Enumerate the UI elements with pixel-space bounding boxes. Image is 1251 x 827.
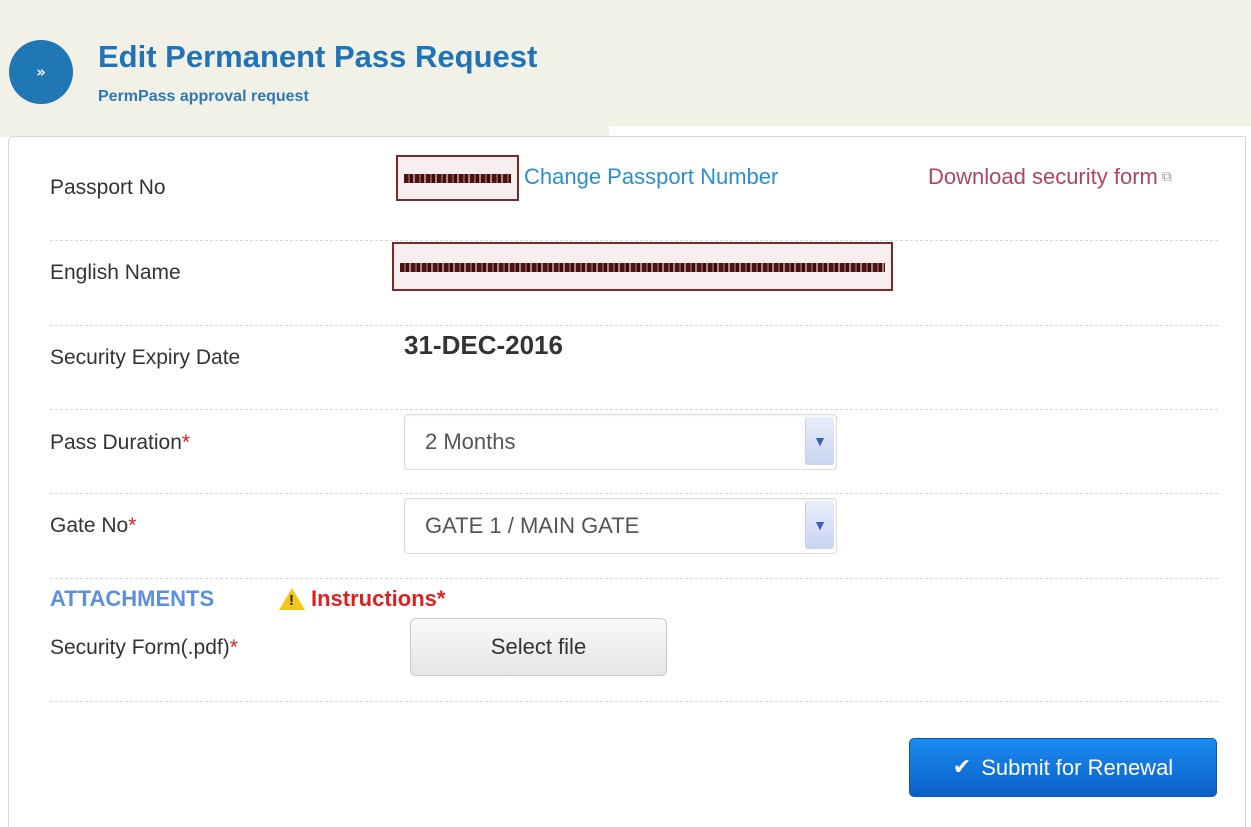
double-chevron-right-icon[interactable]: » <box>9 40 73 104</box>
required-marker: * <box>181 431 191 454</box>
chevron-down-icon[interactable]: ▼ <box>805 501 834 549</box>
gate-no-label-text: Gate No <box>50 514 129 537</box>
required-marker: * <box>436 586 446 611</box>
gate-no-selected-value: GATE 1 / MAIN GATE <box>425 513 640 538</box>
security-form-label: Security Form(.pdf)* <box>50 636 238 660</box>
download-security-form-link[interactable]: Download security form ⧉ <box>928 164 1172 190</box>
row-divider <box>50 578 1218 579</box>
row-divider <box>50 240 1218 241</box>
english-name-label: English Name <box>50 261 181 284</box>
pass-duration-label-text: Pass Duration <box>50 431 182 454</box>
row-divider <box>50 493 1218 494</box>
instructions-text: Instructions <box>311 586 437 611</box>
change-passport-number-link[interactable]: Change Passport Number <box>524 164 778 190</box>
submit-for-renewal-button[interactable]: ✔ Submit for Renewal <box>909 738 1217 797</box>
gate-no-label: Gate No* <box>50 514 136 538</box>
instructions-link[interactable]: ! Instructions* <box>279 586 445 612</box>
external-link-icon: ⧉ <box>1161 168 1172 184</box>
row-divider <box>50 325 1218 326</box>
pass-duration-select[interactable]: 2 Months ▼ <box>404 414 837 470</box>
required-marker: * <box>229 636 238 659</box>
security-expiry-date-label: Security Expiry Date <box>50 346 241 369</box>
redacted-english-name <box>392 242 893 291</box>
security-form-label-text: Security Form(.pdf) <box>50 636 230 659</box>
pass-duration-label: Pass Duration* <box>50 431 190 455</box>
chevron-down-icon[interactable]: ▼ <box>805 417 834 465</box>
required-marker: * <box>128 514 137 537</box>
pass-duration-selected-value: 2 Months <box>425 429 516 454</box>
security-expiry-date-value: 31-DEC-2016 <box>404 330 563 360</box>
submit-button-label: Submit for Renewal <box>981 754 1174 780</box>
nav-glyph: » <box>36 63 46 81</box>
attachments-heading: ATTACHMENTS <box>50 586 215 611</box>
redacted-passport-number <box>396 155 519 201</box>
download-security-form-text: Download security form <box>928 164 1158 189</box>
passport-no-label-text: Passport No <box>50 176 166 199</box>
page-subtitle: PermPass approval request <box>98 88 309 105</box>
redaction-scribble <box>404 174 511 183</box>
warning-icon: ! <box>279 588 305 611</box>
passport-no-label: Passport No <box>50 176 166 200</box>
gate-no-select[interactable]: GATE 1 / MAIN GATE ▼ <box>404 498 837 554</box>
check-icon: ✔ <box>952 755 972 780</box>
select-file-button[interactable]: Select file <box>410 618 667 676</box>
page-title: Edit Permanent Pass Request <box>98 39 538 74</box>
redaction-scribble <box>400 262 885 272</box>
row-divider <box>50 409 1218 410</box>
row-divider <box>50 701 1218 702</box>
